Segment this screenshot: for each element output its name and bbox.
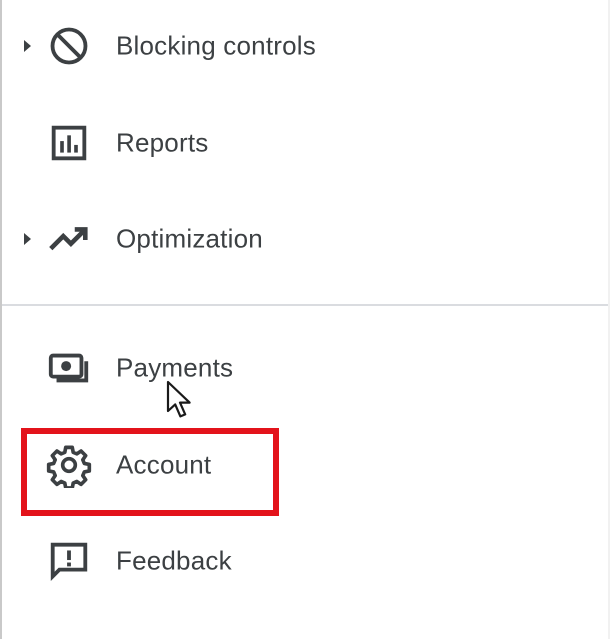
payments-icon xyxy=(46,345,92,391)
nav-item-payments[interactable]: Payments xyxy=(2,340,602,396)
nav-item-label: Reports xyxy=(116,127,209,158)
nav-item-blocking-controls[interactable]: Blocking controls xyxy=(2,18,602,74)
feedback-icon xyxy=(46,538,92,584)
bar-chart-icon xyxy=(46,120,92,166)
expand-caret-icon[interactable] xyxy=(24,40,31,52)
expand-caret-icon[interactable] xyxy=(24,233,31,245)
nav-item-reports[interactable]: Reports xyxy=(2,115,602,171)
nav-item-account[interactable]: Account xyxy=(2,437,602,493)
block-icon xyxy=(46,23,92,69)
nav-item-label: Blocking controls xyxy=(116,30,316,61)
gear-icon xyxy=(46,442,92,488)
trending-up-icon xyxy=(46,216,92,262)
nav-item-label: Feedback xyxy=(116,545,232,576)
nav-item-optimization[interactable]: Optimization xyxy=(2,211,602,267)
nav-item-label: Account xyxy=(116,449,212,480)
nav-item-label: Optimization xyxy=(116,223,263,254)
nav-item-feedback[interactable]: Feedback xyxy=(2,533,602,589)
section-divider xyxy=(2,304,608,306)
nav-item-label: Payments xyxy=(116,352,234,383)
